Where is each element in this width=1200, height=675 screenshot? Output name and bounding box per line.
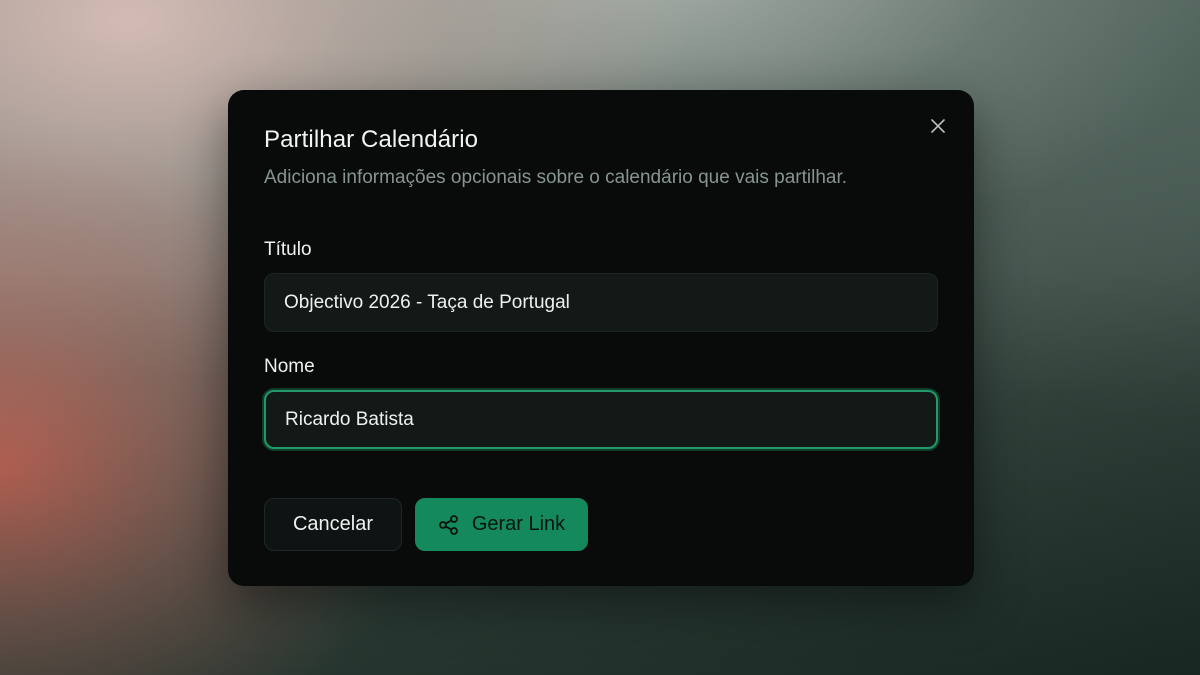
name-label: Nome bbox=[264, 356, 315, 377]
cancel-button[interactable]: Cancelar bbox=[264, 498, 402, 551]
title-label: Título bbox=[264, 239, 312, 260]
close-icon bbox=[930, 118, 946, 134]
dialog-title: Partilhar Calendário bbox=[264, 126, 479, 153]
generate-link-button-label: Gerar Link bbox=[471, 513, 566, 535]
share-icon bbox=[438, 514, 460, 536]
share-calendar-dialog: Partilhar Calendário Adiciona informaçõe… bbox=[228, 90, 974, 586]
close-button[interactable] bbox=[928, 116, 948, 136]
cancel-button-label: Cancelar bbox=[292, 513, 374, 535]
title-input[interactable] bbox=[264, 273, 938, 332]
name-input[interactable] bbox=[264, 390, 938, 449]
dialog-description: Adiciona informações opcionais sobre o c… bbox=[264, 167, 848, 188]
generate-link-button[interactable]: Gerar Link bbox=[415, 498, 588, 551]
